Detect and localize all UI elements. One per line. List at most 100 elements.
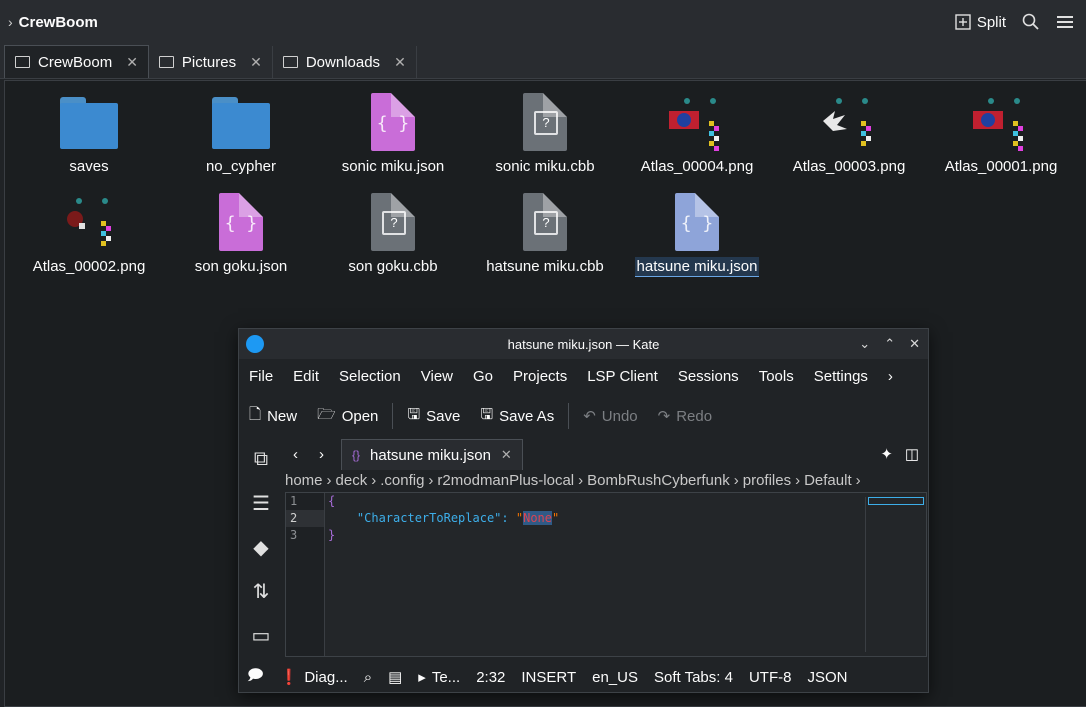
status-bar: 🗩 ❗ Diag... ⌕ ▤ ▸ Te... 2:32 INSERT en_US … [239, 662, 928, 692]
diagnostics-button[interactable]: ❗ Diag... [272, 668, 356, 687]
menu-edit[interactable]: Edit [283, 368, 329, 385]
file-name: Atlas_00004.png [640, 158, 754, 175]
terminal-button[interactable]: ▸ Te... [410, 668, 468, 687]
new-document-icon: 🗋 [249, 405, 262, 423]
crumb-separator-icon: › [733, 471, 739, 489]
open-button[interactable]: 🗁 Open [307, 404, 388, 429]
crumb-item[interactable]: BombRushCyberfunk [587, 472, 730, 489]
redo-button[interactable]: ↷ Redo [648, 407, 722, 426]
menu-projects[interactable]: Projects [503, 368, 577, 385]
menu-file[interactable]: File [239, 368, 283, 385]
input-mode[interactable]: INSERT [513, 669, 584, 686]
code-line: { [328, 493, 858, 510]
crumb-item[interactable]: .config [380, 472, 424, 489]
file-item[interactable]: no_cypher [166, 81, 316, 176]
crumb-item[interactable]: profiles [743, 472, 791, 489]
minimap[interactable] [865, 497, 924, 652]
spell-language[interactable]: en_US [584, 669, 646, 686]
file-item-selected[interactable]: { } hatsune miku.json [622, 181, 772, 277]
file-name: son goku.json [194, 258, 288, 275]
save-as-icon: 🖫 [480, 405, 494, 423]
hamburger-menu-icon[interactable] [1056, 14, 1074, 30]
menu-settings[interactable]: Settings [804, 368, 878, 385]
tab-crewboom[interactable]: CrewBoom ✕ [4, 45, 149, 78]
file-name: Atlas_00001.png [944, 158, 1058, 175]
back-arrow-icon[interactable]: ‹ [293, 446, 298, 463]
crumb-separator-icon: › [855, 471, 861, 489]
pin-icon[interactable]: ✦ [880, 445, 893, 463]
open-label: Open [341, 407, 379, 425]
code-editor[interactable]: 1 2 3 { "CharacterToReplace": "None" } [285, 492, 927, 657]
cursor-position[interactable]: 2:32 [468, 669, 513, 686]
projects-icon[interactable]: ⇅ [239, 569, 283, 613]
file-item[interactable]: Atlas_00004.png [622, 81, 772, 176]
indent-settings[interactable]: Soft Tabs: 4 [646, 669, 741, 686]
split-button[interactable]: Split [955, 14, 1006, 31]
close-icon[interactable]: ✕ [909, 336, 920, 352]
close-tab-icon[interactable]: ✕ [126, 54, 138, 71]
close-tab-icon[interactable]: ✕ [394, 54, 406, 71]
file-item[interactable]: Atlas_00002.png [14, 181, 164, 276]
new-button[interactable]: 🗋 New [239, 404, 307, 429]
search-icon[interactable] [1022, 13, 1040, 31]
file-item[interactable]: Atlas_00001.png [926, 81, 1076, 176]
forward-arrow-icon[interactable]: › [319, 446, 324, 463]
git-icon[interactable]: ◆ [239, 525, 283, 569]
close-tab-icon[interactable]: ✕ [250, 54, 262, 71]
file-name: no_cypher [205, 158, 277, 175]
filesystem-icon[interactable]: ▭ [239, 613, 283, 657]
outline-icon[interactable]: ☰ [239, 481, 283, 525]
open-document-icon: 🗁 [317, 405, 336, 423]
diagnostics-label: Diag... [304, 668, 348, 686]
syntax-mode[interactable]: JSON [799, 669, 855, 686]
crumb-item[interactable]: deck [336, 472, 368, 489]
crumb-item[interactable]: r2modmanPlus-local [437, 472, 574, 489]
list-icon: ▤ [388, 669, 403, 686]
undo-label: Undo [601, 407, 638, 425]
folder-icon [282, 56, 298, 68]
menu-selection[interactable]: Selection [329, 368, 411, 385]
file-name: sonic miku.json [341, 158, 445, 175]
file-item[interactable]: ? sonic miku.cbb [470, 81, 620, 176]
file-name: hatsune miku.cbb [486, 258, 604, 275]
folder-icon [158, 56, 174, 68]
menu-more-icon[interactable]: › [878, 368, 903, 385]
kate-title-bar[interactable]: hatsune miku.json — Kate ⌄ ⌃ ✕ [239, 329, 928, 359]
terminal-toggle[interactable]: 🗩 [239, 665, 272, 690]
menu-go[interactable]: Go [463, 368, 503, 385]
split-view-icon[interactable]: ◫ [905, 445, 919, 463]
window-title: CrewBoom [18, 13, 98, 31]
menu-lsp-client[interactable]: LSP Client [577, 368, 668, 385]
encoding[interactable]: UTF-8 [741, 669, 800, 686]
file-item[interactable]: ? hatsune miku.cbb [470, 181, 620, 276]
crumb-separator-icon: › [795, 471, 801, 489]
documents-icon[interactable]: ⧉ [239, 437, 283, 481]
projects-button[interactable]: ▤ [380, 668, 410, 686]
file-item[interactable]: saves [14, 81, 164, 176]
search-button[interactable]: ⌕ [356, 669, 380, 686]
file-item[interactable]: ? son goku.cbb [318, 181, 468, 276]
editor-tab[interactable]: {} hatsune miku.json ✕ [341, 439, 523, 470]
save-button[interactable]: 🖫 Save [397, 404, 470, 429]
maximize-icon[interactable]: ⌃ [884, 336, 895, 352]
close-tab-icon[interactable]: ✕ [501, 447, 512, 463]
json-value-selected: None [523, 511, 552, 525]
menu-sessions[interactable]: Sessions [668, 368, 749, 385]
file-item[interactable]: { } sonic miku.json [318, 81, 468, 176]
undo-button[interactable]: ↶ Undo [573, 407, 647, 426]
tab-pictures[interactable]: Pictures ✕ [149, 46, 273, 78]
crumb-item[interactable]: home [285, 472, 323, 489]
file-item[interactable]: { } son goku.json [166, 181, 316, 276]
breadcrumb: home › deck › .config › r2modmanPlus-local ›… [285, 469, 925, 491]
menu-tools[interactable]: Tools [749, 368, 804, 385]
file-item[interactable]: Atlas_00003.png [774, 81, 924, 176]
file-name: Atlas_00002.png [32, 258, 146, 275]
chevron-right-icon[interactable]: › [8, 14, 13, 30]
menu-view[interactable]: View [411, 368, 463, 385]
save-as-button[interactable]: 🖫 Save As [470, 404, 564, 429]
code-area[interactable]: { "CharacterToReplace": "None" } [328, 493, 858, 544]
tab-downloads[interactable]: Downloads ✕ [273, 46, 417, 78]
crumb-item[interactable]: Default [804, 472, 852, 489]
minimize-icon[interactable]: ⌄ [859, 336, 870, 352]
minimap-viewport[interactable] [868, 497, 924, 505]
